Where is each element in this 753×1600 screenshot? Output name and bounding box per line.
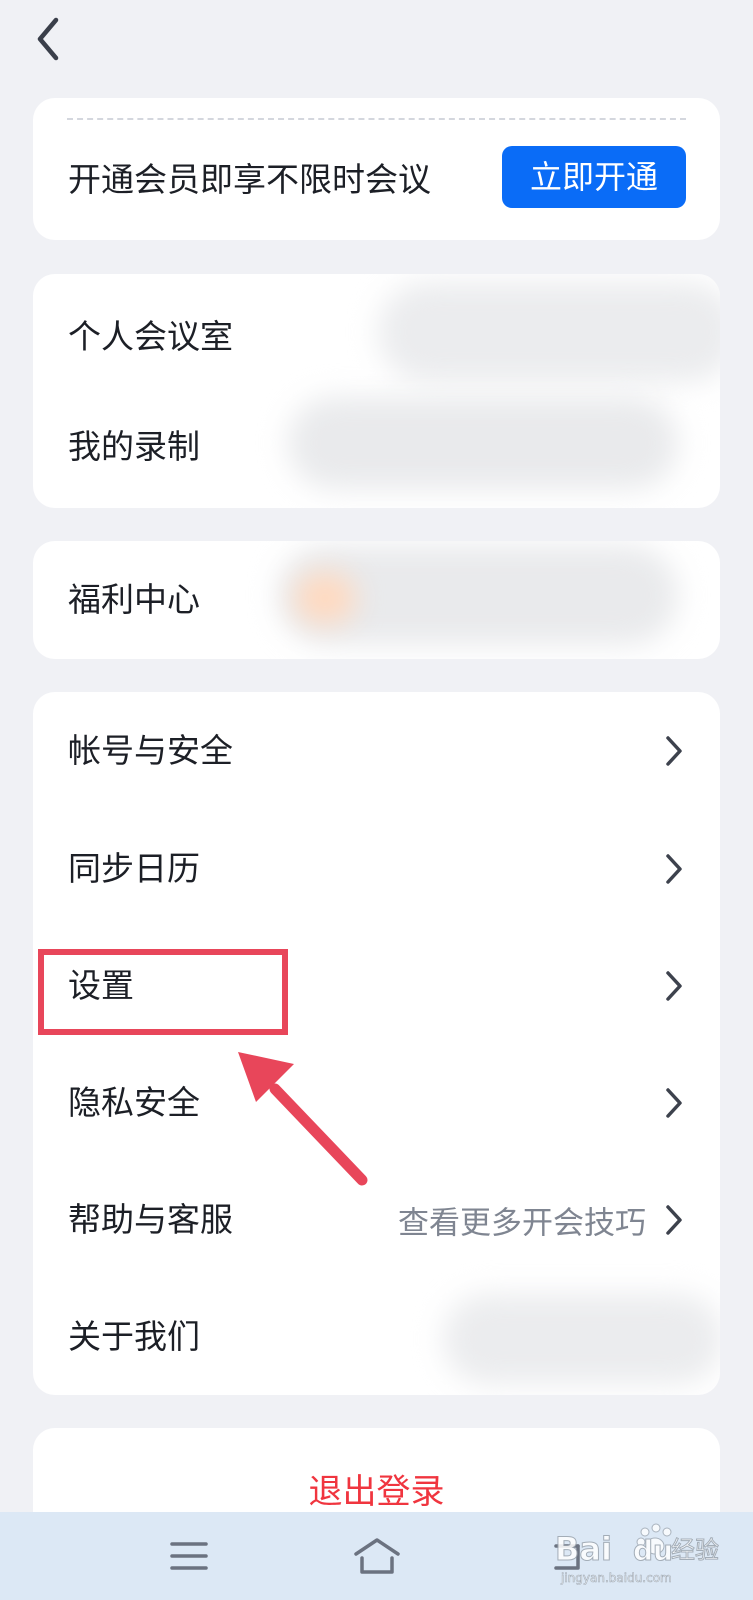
- chevron-right-icon: [666, 970, 682, 1001]
- home-button[interactable]: [352, 1532, 402, 1580]
- redacted-value: [288, 397, 678, 489]
- redacted-value: [295, 573, 355, 623]
- menu-item-label: 帐号与安全: [68, 731, 233, 770]
- divider: [67, 118, 686, 120]
- menu-item-help-support[interactable]: 帮助与客服 查看更多开会技巧: [33, 1161, 720, 1278]
- watermark-url: jingyan.baidu.com: [560, 1571, 672, 1585]
- menu-item-account-security[interactable]: 帐号与安全: [33, 692, 720, 810]
- watermark-brand-suffix: du: [633, 1534, 673, 1567]
- menu-item-label: 隐私安全: [68, 1082, 200, 1122]
- logout-button[interactable]: 退出登录: [33, 1464, 720, 1513]
- menu-item-my-recordings[interactable]: 我的录制: [33, 392, 720, 502]
- welfare-card: 福利中心: [33, 541, 720, 659]
- redacted-value: [378, 282, 720, 382]
- menu-item-personal-room[interactable]: 个人会议室: [33, 282, 720, 392]
- baidu-watermark: Bai du 经验 jingyan.baidu.com: [555, 1523, 720, 1585]
- open-vip-button[interactable]: 立即开通: [502, 146, 686, 208]
- highlight-box: [38, 949, 288, 1035]
- menu-item-label: 福利中心: [68, 580, 200, 619]
- back-button[interactable]: [28, 14, 72, 64]
- menu-item-label: 个人会议室: [68, 317, 233, 356]
- chevron-right-icon: [666, 1204, 682, 1235]
- vip-card: 开通会员即享不限时会议 立即开通: [33, 98, 720, 240]
- menu-item-privacy-security[interactable]: 隐私安全: [33, 1044, 720, 1161]
- menu-item-about-us[interactable]: 关于我们: [33, 1278, 720, 1395]
- redacted-value: [443, 1294, 720, 1384]
- vip-promo-text: 开通会员即享不限时会议: [68, 160, 431, 199]
- menu-item-sync-calendar[interactable]: 同步日历: [33, 810, 720, 927]
- home-icon: [354, 1538, 400, 1574]
- meeting-room-card: 个人会议室 我的录制: [33, 274, 720, 508]
- menu-item-welfare-center[interactable]: 福利中心: [33, 545, 720, 655]
- menu-item-label: 同步日历: [68, 848, 200, 888]
- menu-item-label: 我的录制: [68, 427, 200, 466]
- menu-item-label: 关于我们: [68, 1316, 200, 1356]
- menu-icon: [170, 1542, 208, 1570]
- menu-button[interactable]: [164, 1532, 214, 1580]
- menu-item-hint: 查看更多开会技巧: [398, 1205, 646, 1241]
- menu-item-label: 帮助与客服: [68, 1199, 233, 1239]
- settings-list-card: 帐号与安全 同步日历 设置 隐私安全 帮助与客服 查看更多开会技巧 关于我们: [33, 692, 720, 1395]
- chevron-right-icon: [666, 853, 682, 884]
- chevron-right-icon: [666, 1087, 682, 1118]
- chevron-left-icon: [37, 17, 59, 61]
- watermark-brand: Bai: [555, 1530, 612, 1568]
- chevron-right-icon: [666, 736, 682, 766]
- watermark-cn: 经验: [671, 1536, 719, 1564]
